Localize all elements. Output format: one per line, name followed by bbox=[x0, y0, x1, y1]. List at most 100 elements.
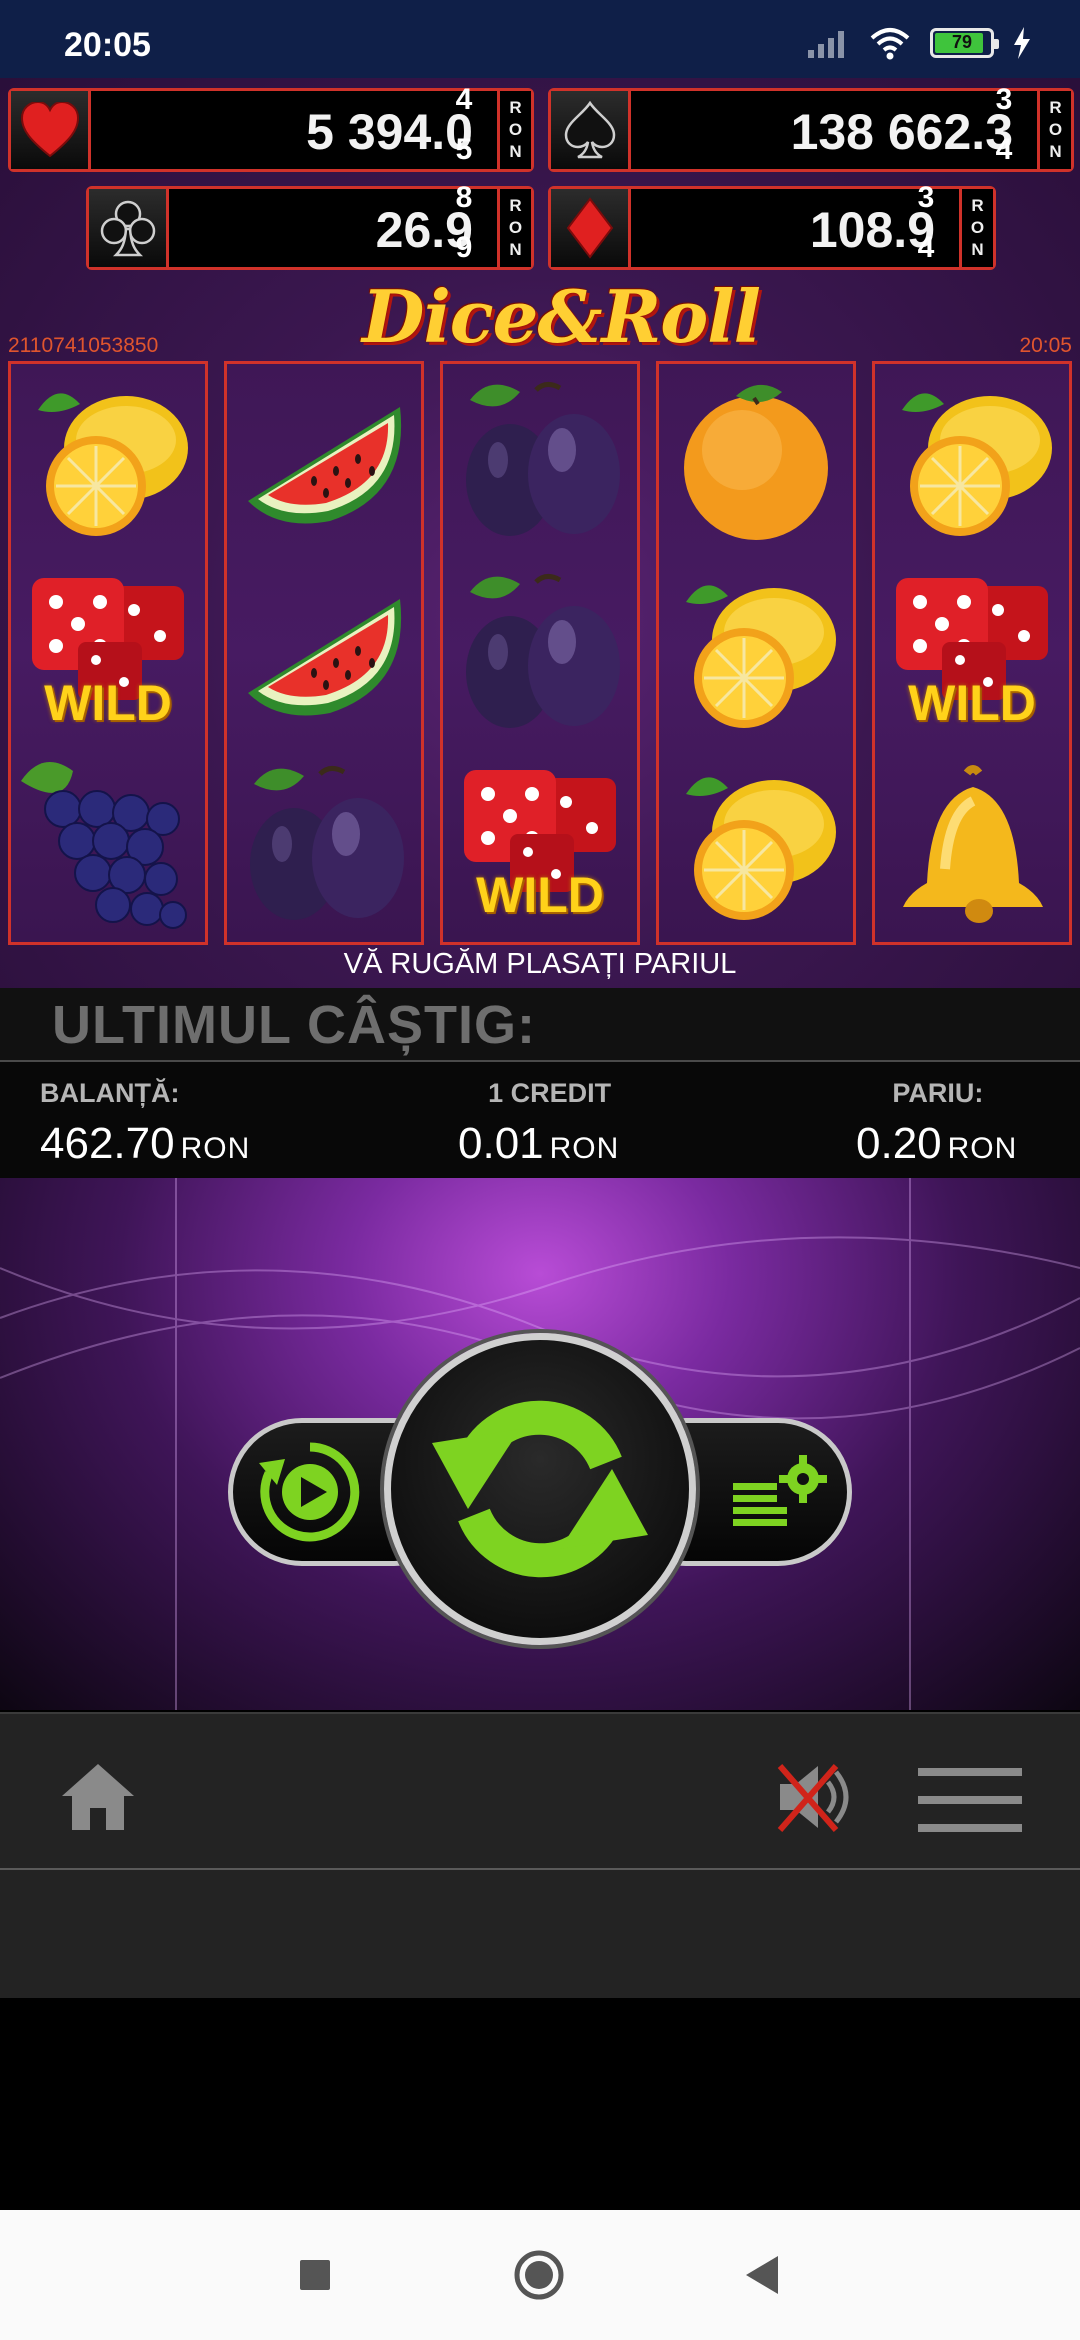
wild-label: WILD bbox=[476, 867, 604, 923]
wild-label: WILD bbox=[908, 675, 1036, 731]
battery-icon: 79 bbox=[930, 28, 999, 58]
jackpot-unit: R O N bbox=[497, 91, 531, 169]
currency-label: RON bbox=[947, 1132, 1018, 1165]
status-icons: 79 bbox=[806, 26, 1032, 60]
game-area: 5 394.0 4 5 R O N 138 662.3 3 4 R O N 26… bbox=[0, 78, 1080, 988]
unit-letter: N bbox=[509, 240, 522, 259]
status-time: 20:05 bbox=[64, 26, 151, 64]
lemon-icon bbox=[875, 364, 1069, 556]
wild-dice-icon: WILD bbox=[11, 556, 205, 748]
orange-icon bbox=[659, 364, 853, 556]
reel-2[interactable] bbox=[224, 361, 424, 945]
jackpot-spade-value: 138 662.3 bbox=[790, 104, 1013, 160]
reel-4[interactable] bbox=[656, 361, 856, 945]
unit-letter: O bbox=[1048, 120, 1063, 139]
status-message: VĂ RUGĂM PLASAȚI PARIUL bbox=[343, 948, 737, 980]
game-logo: Dice&Roll bbox=[362, 274, 761, 374]
jackpot-unit: R O N bbox=[1037, 91, 1071, 169]
lemon-icon bbox=[659, 748, 853, 940]
charging-icon bbox=[1014, 27, 1030, 59]
heart-icon bbox=[11, 91, 91, 169]
currency-label: RON bbox=[549, 1132, 620, 1165]
bet-settings-icon bbox=[733, 1455, 827, 1526]
jackpot-club: 26.9 8 9 R O N bbox=[86, 183, 534, 270]
unit-letter: N bbox=[971, 240, 984, 259]
jackpot-roll-digit: 4 bbox=[455, 85, 473, 116]
club-icon bbox=[89, 189, 169, 267]
currency-label: RON bbox=[180, 1132, 251, 1165]
game-id: 2110741053850 bbox=[8, 334, 159, 357]
last-win-label: ULTIMUL CÂȘTIG: bbox=[52, 995, 536, 1055]
game-clock: 20:05 bbox=[1019, 334, 1072, 357]
diamond-icon bbox=[551, 189, 631, 267]
lemon-icon bbox=[11, 364, 205, 556]
info-bar: BALANȚĂ: 462.70 RON 1 CREDIT 0.01 RON PARI… bbox=[0, 1062, 1080, 1178]
balance-value: 462.70 bbox=[40, 1119, 175, 1168]
wild-dice-icon: WILD bbox=[875, 556, 1069, 748]
unit-letter: O bbox=[508, 218, 523, 237]
unit-letter: R bbox=[1049, 98, 1062, 117]
jackpot-diamond-roll: 3 4 bbox=[915, 183, 937, 261]
back-icon[interactable] bbox=[742, 2254, 782, 2296]
jackpot-diamond: 108.9 3 4 R O N bbox=[548, 183, 996, 270]
credit[interactable]: 1 CREDIT 0.01 RON bbox=[458, 1078, 619, 1169]
signal-icon bbox=[808, 31, 844, 58]
unit-letter: R bbox=[971, 196, 984, 215]
last-win-bar: ULTIMUL CÂȘTIG: bbox=[0, 988, 1080, 1060]
home-nav-icon[interactable] bbox=[512, 2248, 566, 2302]
home-icon[interactable] bbox=[58, 1760, 138, 1832]
jackpot-roll-digit: 3 bbox=[917, 183, 935, 214]
footer-area bbox=[0, 1870, 1080, 1998]
bell-icon bbox=[875, 748, 1069, 940]
sound-muted-icon[interactable] bbox=[774, 1760, 858, 1834]
spin-icon bbox=[432, 1400, 648, 1578]
balance-label: BALANȚĂ: bbox=[40, 1078, 180, 1108]
credit-label: 1 CREDIT bbox=[488, 1078, 612, 1108]
spade-icon bbox=[551, 91, 631, 169]
unit-letter: O bbox=[970, 218, 985, 237]
game-logo-text: Dice&Roll bbox=[362, 274, 761, 359]
screen: 20:05 79 5 394.0 4 5 R O N 138 662.3 3 4… bbox=[0, 0, 1080, 2340]
battery-level: 79 bbox=[951, 32, 973, 52]
bet[interactable]: PARIU: 0.20 RON bbox=[856, 1078, 1017, 1169]
jackpot-roll-digit: 4 bbox=[917, 231, 935, 262]
unit-letter: R bbox=[509, 196, 522, 215]
unit-letter: N bbox=[509, 142, 522, 161]
wild-label: WILD bbox=[44, 675, 172, 731]
jackpot-heart: 5 394.0 4 5 R O N bbox=[8, 85, 534, 172]
jackpot-roll-digit: 4 bbox=[995, 133, 1013, 164]
jackpot-unit: R O N bbox=[959, 189, 993, 267]
unit-letter: R bbox=[509, 98, 522, 117]
menu-icon[interactable] bbox=[918, 1768, 1022, 1834]
wifi-icon bbox=[870, 28, 910, 60]
jackpot-roll-digit: 8 bbox=[455, 183, 473, 214]
reel-3[interactable]: WILD bbox=[440, 361, 640, 945]
recents-icon[interactable] bbox=[298, 2258, 332, 2292]
jackpot-heart-roll: 4 5 bbox=[453, 85, 475, 163]
bet-label: PARIU: bbox=[892, 1078, 984, 1108]
plum-icon bbox=[227, 748, 421, 940]
jackpot-roll-digit: 3 bbox=[995, 85, 1013, 116]
bet-value: 0.20 bbox=[856, 1119, 942, 1168]
spin-button[interactable] bbox=[384, 1333, 696, 1645]
status-bar: 20:05 79 bbox=[0, 0, 1080, 78]
jackpot-spade-roll: 3 4 bbox=[993, 85, 1015, 163]
watermelon-icon bbox=[227, 556, 421, 748]
jackpot-roll-digit: 9 bbox=[455, 231, 473, 262]
unit-letter: O bbox=[508, 120, 523, 139]
reel-1[interactable]: WILD bbox=[8, 361, 208, 945]
grapes-icon bbox=[11, 748, 205, 940]
reel-5[interactable]: WILD bbox=[872, 361, 1072, 945]
empty-space bbox=[0, 1998, 1080, 2210]
jackpot-spade: 138 662.3 3 4 R O N bbox=[548, 85, 1074, 172]
plum-icon bbox=[443, 556, 637, 748]
credit-value: 0.01 bbox=[458, 1119, 544, 1168]
unit-letter: N bbox=[1049, 142, 1062, 161]
bottom-toolbar bbox=[0, 1712, 1080, 1868]
autoplay-icon bbox=[259, 1442, 360, 1542]
watermelon-icon bbox=[227, 364, 421, 556]
wild-dice-icon: WILD bbox=[443, 748, 637, 940]
lemon-icon bbox=[659, 556, 853, 748]
balance: BALANȚĂ: 462.70 RON bbox=[40, 1078, 250, 1169]
system-nav-bar bbox=[0, 2210, 1080, 2340]
